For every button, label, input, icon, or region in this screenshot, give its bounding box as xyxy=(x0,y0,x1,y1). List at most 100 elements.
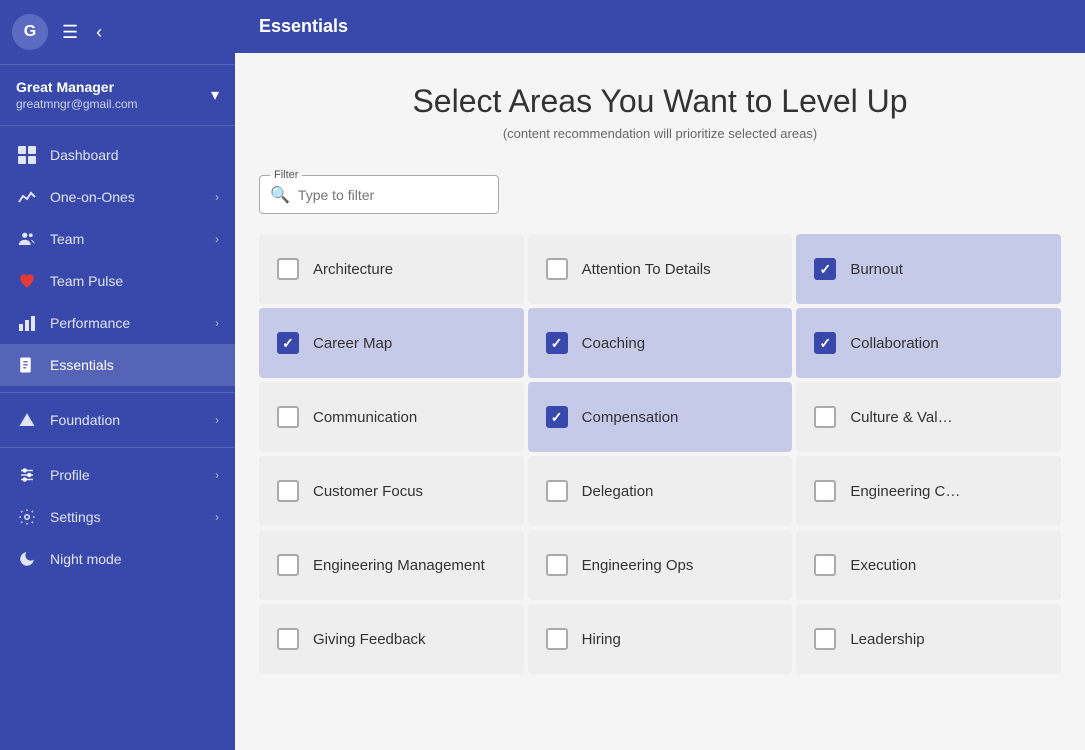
area-card-career-map[interactable]: Career Map xyxy=(259,308,524,378)
area-card-communication[interactable]: Communication xyxy=(259,382,524,452)
filter-legend: Filter xyxy=(270,169,302,181)
user-name: Great Manager xyxy=(16,79,138,95)
nav-section-main: Dashboard One-on-Ones › Team xyxy=(0,126,235,750)
checkbox-engineering-ops xyxy=(546,554,568,576)
area-label-collaboration: Collaboration xyxy=(850,335,938,352)
areas-grid: Architecture Attention To Details Burnout C… xyxy=(259,234,1061,674)
moon-icon xyxy=(16,548,38,570)
area-label-career-map: Career Map xyxy=(313,335,392,352)
sidebar-item-label-team: Team xyxy=(50,231,203,247)
bar-chart-icon xyxy=(16,312,38,334)
area-label-architecture: Architecture xyxy=(313,261,393,278)
people-icon xyxy=(16,228,38,250)
user-info[interactable]: Great Manager greatmngr@gmail.com ▾ xyxy=(0,65,235,126)
sidebar-item-team[interactable]: Team › xyxy=(0,218,235,260)
checkbox-compensation xyxy=(546,406,568,428)
area-label-engineering-ops: Engineering Ops xyxy=(582,557,694,574)
sidebar-item-label-dashboard: Dashboard xyxy=(50,147,219,163)
topbar-title: Essentials xyxy=(259,16,348,36)
search-icon: 🔍 xyxy=(270,185,290,205)
checkbox-communication xyxy=(277,406,299,428)
area-card-hiring[interactable]: Hiring xyxy=(528,604,793,674)
sidebar-item-essentials[interactable]: Essentials xyxy=(0,344,235,386)
sidebar-item-night-mode[interactable]: Night mode xyxy=(0,538,235,580)
area-card-engineering-culture[interactable]: Engineering C… xyxy=(796,456,1061,526)
area-card-execution[interactable]: Execution xyxy=(796,530,1061,600)
filter-input[interactable] xyxy=(298,187,478,203)
checkbox-coaching xyxy=(546,332,568,354)
sidebar: G ☰ ‹ Great Manager greatmngr@gmail.com … xyxy=(0,0,235,750)
area-label-engineering-management: Engineering Management xyxy=(313,557,485,574)
area-card-delegation[interactable]: Delegation xyxy=(528,456,793,526)
area-label-engineering-culture: Engineering C… xyxy=(850,483,960,500)
checkbox-customer-focus xyxy=(277,480,299,502)
timeline-icon xyxy=(16,186,38,208)
checkbox-leadership xyxy=(814,628,836,650)
avatar: G xyxy=(12,14,48,50)
topbar: Essentials xyxy=(235,0,1085,53)
area-label-burnout: Burnout xyxy=(850,261,903,278)
area-label-leadership: Leadership xyxy=(850,631,924,648)
checkbox-execution xyxy=(814,554,836,576)
content-area: Select Areas You Want to Level Up (conte… xyxy=(235,53,1085,750)
area-card-engineering-management[interactable]: Engineering Management xyxy=(259,530,524,600)
area-card-burnout[interactable]: Burnout xyxy=(796,234,1061,304)
menu-icon[interactable]: ☰ xyxy=(58,18,82,47)
sidebar-item-profile[interactable]: Profile › xyxy=(0,454,235,496)
sidebar-item-dashboard[interactable]: Dashboard xyxy=(0,134,235,176)
area-card-engineering-ops[interactable]: Engineering Ops xyxy=(528,530,793,600)
checkbox-culture-values xyxy=(814,406,836,428)
sidebar-item-settings[interactable]: Settings › xyxy=(0,496,235,538)
collapse-icon[interactable]: ‹ xyxy=(92,18,106,47)
area-card-leadership[interactable]: Leadership xyxy=(796,604,1061,674)
sidebar-item-foundation[interactable]: Foundation › xyxy=(0,399,235,441)
checkbox-burnout xyxy=(814,258,836,280)
area-card-compensation[interactable]: Compensation xyxy=(528,382,793,452)
area-label-execution: Execution xyxy=(850,557,916,574)
checkbox-architecture xyxy=(277,258,299,280)
sidebar-item-performance[interactable]: Performance › xyxy=(0,302,235,344)
chevron-right-icon: › xyxy=(215,510,219,524)
area-label-attention-to-details: Attention To Details xyxy=(582,261,711,278)
checkbox-collaboration xyxy=(814,332,836,354)
checkbox-giving-feedback xyxy=(277,628,299,650)
area-label-delegation: Delegation xyxy=(582,483,654,500)
area-label-hiring: Hiring xyxy=(582,631,621,648)
sidebar-item-label-profile: Profile xyxy=(50,467,203,483)
sidebar-item-team-pulse[interactable]: Team Pulse xyxy=(0,260,235,302)
area-label-culture-values: Culture & Val… xyxy=(850,409,952,426)
area-card-collaboration[interactable]: Collaboration xyxy=(796,308,1061,378)
book-icon xyxy=(16,354,38,376)
mountain-icon xyxy=(16,409,38,431)
area-card-attention-to-details[interactable]: Attention To Details xyxy=(528,234,793,304)
page-subheading: (content recommendation will prioritize … xyxy=(259,126,1061,141)
sidebar-item-one-on-ones[interactable]: One-on-Ones › xyxy=(0,176,235,218)
area-label-communication: Communication xyxy=(313,409,417,426)
gear-icon xyxy=(16,506,38,528)
heart-icon xyxy=(16,270,38,292)
sidebar-item-label-essentials: Essentials xyxy=(50,357,219,373)
grid-icon xyxy=(16,144,38,166)
checkbox-engineering-culture xyxy=(814,480,836,502)
sidebar-header: G ☰ ‹ xyxy=(0,0,235,65)
area-card-customer-focus[interactable]: Customer Focus xyxy=(259,456,524,526)
chevron-right-icon: › xyxy=(215,468,219,482)
area-card-giving-feedback[interactable]: Giving Feedback xyxy=(259,604,524,674)
chevron-right-icon: › xyxy=(215,190,219,204)
main-area: Essentials Select Areas You Want to Leve… xyxy=(235,0,1085,750)
sidebar-item-label-team-pulse: Team Pulse xyxy=(50,273,219,289)
area-card-architecture[interactable]: Architecture xyxy=(259,234,524,304)
sidebar-item-label-performance: Performance xyxy=(50,315,203,331)
chevron-right-icon: › xyxy=(215,316,219,330)
filter-inner: 🔍 xyxy=(270,185,488,205)
area-card-coaching[interactable]: Coaching xyxy=(528,308,793,378)
checkbox-career-map xyxy=(277,332,299,354)
chevron-right-icon: › xyxy=(215,232,219,246)
chevron-right-icon: › xyxy=(215,413,219,427)
checkbox-delegation xyxy=(546,480,568,502)
area-card-culture-values[interactable]: Culture & Val… xyxy=(796,382,1061,452)
user-dropdown-icon: ▾ xyxy=(211,85,219,105)
checkbox-engineering-management xyxy=(277,554,299,576)
sidebar-item-label-night-mode: Night mode xyxy=(50,551,219,567)
sidebar-item-label-one-on-ones: One-on-Ones xyxy=(50,189,203,205)
